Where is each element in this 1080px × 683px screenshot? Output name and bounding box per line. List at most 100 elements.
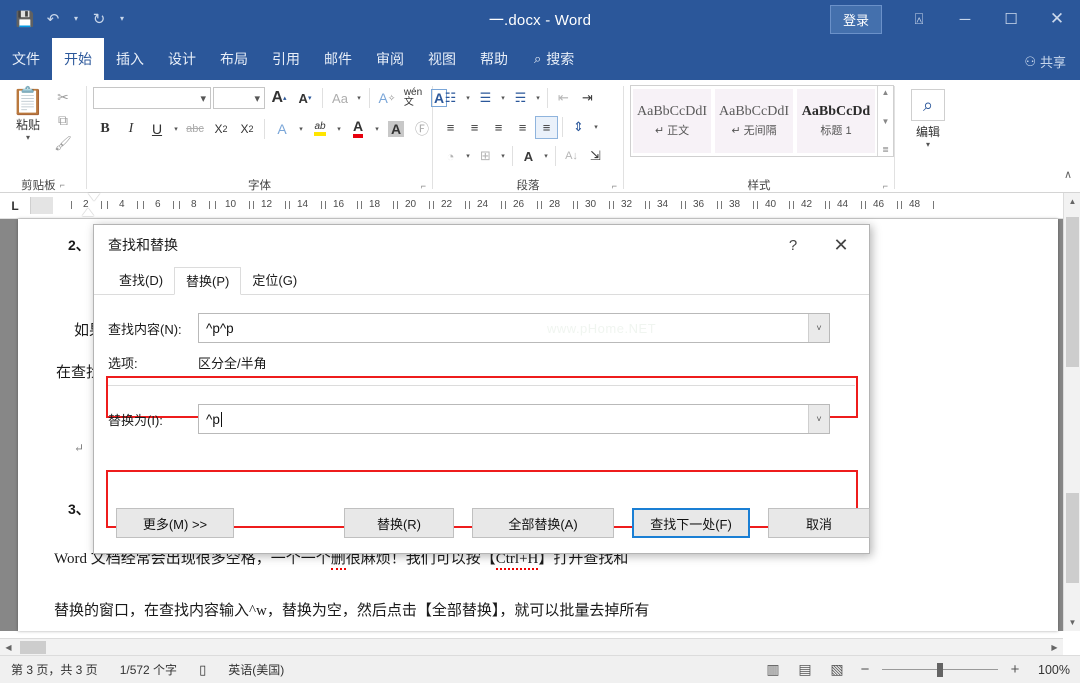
- zoom-level[interactable]: 100%: [1032, 663, 1070, 677]
- styles-scroll-down-icon[interactable]: ▼: [882, 117, 890, 126]
- tab-references[interactable]: 引用: [260, 38, 312, 80]
- close-icon[interactable]: ✕: [1034, 0, 1080, 38]
- font-color-caret-icon[interactable]: ▾: [372, 125, 382, 133]
- tab-insert[interactable]: 插入: [104, 38, 156, 80]
- multilevel-caret-icon[interactable]: ▾: [533, 94, 543, 102]
- replace-button[interactable]: 替换(R): [344, 508, 454, 538]
- bold-button[interactable]: B: [93, 117, 117, 141]
- format-painter-icon[interactable]: 🖌: [54, 135, 72, 152]
- ribbon-search[interactable]: ⌕ 搜索: [520, 38, 574, 80]
- align-left-button[interactable]: ≡: [439, 116, 462, 139]
- distribute-button[interactable]: ≡: [535, 116, 558, 139]
- tab-mailings[interactable]: 邮件: [312, 38, 364, 80]
- replace-with-dropdown-icon[interactable]: ˅: [808, 405, 829, 433]
- page-indicator[interactable]: 第 3 页，共 3 页: [0, 661, 109, 678]
- replace-with-input[interactable]: ^p ˅: [198, 404, 830, 434]
- character-shading-button[interactable]: A: [384, 117, 408, 141]
- scroll-left-icon[interactable]: ◀: [0, 639, 17, 656]
- editing-button[interactable]: ⌕ 编辑 ▾: [901, 85, 955, 149]
- undo-dropdown-caret[interactable]: ▾: [68, 6, 84, 32]
- strikethrough-button[interactable]: abc: [183, 117, 207, 141]
- horizontal-scroll-thumb[interactable]: [20, 641, 46, 654]
- italic-button[interactable]: I: [119, 117, 143, 141]
- web-layout-icon[interactable]: ▧: [826, 661, 848, 678]
- line-spacing-caret-icon[interactable]: ▾: [591, 123, 601, 131]
- change-case-caret-icon[interactable]: ▾: [354, 94, 364, 102]
- shading-caret-icon[interactable]: ▾: [463, 152, 473, 160]
- find-what-dropdown-icon[interactable]: ˅: [808, 314, 829, 342]
- ribbon-display-options-icon[interactable]: ⍓: [896, 0, 942, 38]
- styles-scroll-up-icon[interactable]: ▲: [882, 88, 890, 97]
- tab-layout[interactable]: 布局: [208, 38, 260, 80]
- style-item-nospacing[interactable]: AaBbCcDdI ↵ 无间隔: [715, 89, 793, 153]
- dialog-tab-goto[interactable]: 定位(G): [241, 266, 308, 294]
- phonetic-guide-button[interactable]: wén文: [401, 86, 425, 110]
- maximize-icon[interactable]: ☐: [988, 0, 1034, 38]
- bullets-caret-icon[interactable]: ▾: [463, 94, 473, 102]
- text-effects-caret-icon[interactable]: ▾: [296, 125, 306, 133]
- scroll-down-icon[interactable]: ▼: [1064, 614, 1080, 631]
- clipboard-dialog-launcher-icon[interactable]: ⌐: [60, 180, 65, 190]
- paste-button[interactable]: 📋 粘贴 ▾: [6, 85, 50, 152]
- hanging-indent-marker[interactable]: [82, 208, 94, 216]
- multilevel-list-button[interactable]: ☴: [509, 87, 532, 110]
- sort-asian-button[interactable]: A: [517, 145, 540, 168]
- print-layout-icon[interactable]: ▤: [794, 661, 816, 678]
- bullets-button[interactable]: ☷: [439, 87, 462, 110]
- tab-help[interactable]: 帮助: [468, 38, 520, 80]
- tab-file[interactable]: 文件: [0, 38, 52, 80]
- find-next-button[interactable]: 查找下一处(F): [632, 508, 750, 538]
- save-icon[interactable]: 💾: [12, 6, 38, 32]
- scroll-up-icon[interactable]: ▲: [1064, 193, 1080, 210]
- zoom-slider[interactable]: [882, 663, 998, 677]
- highlight-color-button[interactable]: ab: [308, 117, 332, 141]
- first-line-indent-marker[interactable]: [88, 193, 100, 201]
- superscript-button[interactable]: X2: [235, 117, 259, 141]
- dialog-close-icon[interactable]: ✕: [821, 225, 861, 265]
- shading-button[interactable]: ◔: [439, 145, 462, 168]
- zoom-out-button[interactable]: −: [858, 661, 872, 678]
- show-formatting-marks-button[interactable]: ⇲: [584, 145, 607, 168]
- clear-formatting-button[interactable]: A✧: [375, 86, 399, 110]
- change-case-button[interactable]: Aa: [328, 86, 352, 110]
- tab-view[interactable]: 视图: [416, 38, 468, 80]
- increase-indent-button[interactable]: ⇥: [576, 87, 599, 110]
- zoom-slider-thumb[interactable]: [937, 663, 943, 677]
- enclose-characters-button[interactable]: Ⓕ: [410, 117, 434, 141]
- font-dialog-launcher-icon[interactable]: ⌐: [421, 181, 426, 191]
- styles-dialog-launcher-icon[interactable]: ⌐: [883, 181, 888, 191]
- scroll-right-icon[interactable]: ▶: [1046, 639, 1063, 656]
- styles-scrollbar[interactable]: ▲ ▼ ≣: [877, 86, 893, 156]
- tab-stop-selector[interactable]: L: [0, 193, 30, 219]
- redo-icon[interactable]: ↻: [86, 6, 112, 32]
- proofing-status[interactable]: ▯: [188, 662, 217, 678]
- more-button[interactable]: 更多(M) >>: [116, 508, 234, 538]
- text-effects-button[interactable]: A: [270, 117, 294, 141]
- numbering-button[interactable]: ☰: [474, 87, 497, 110]
- dialog-tab-replace[interactable]: 替换(P): [174, 267, 241, 295]
- underline-caret-icon[interactable]: ▾: [171, 125, 181, 133]
- vertical-scroll-thumb[interactable]: [1066, 217, 1079, 367]
- customize-qat-icon[interactable]: ▾: [114, 6, 130, 32]
- copy-icon[interactable]: ⧉: [58, 112, 68, 129]
- paragraph-dialog-launcher-icon[interactable]: ⌐: [612, 181, 617, 191]
- editing-caret-icon[interactable]: ▾: [901, 140, 955, 149]
- zoom-in-button[interactable]: +: [1008, 661, 1022, 678]
- paste-caret-icon[interactable]: ▾: [6, 133, 50, 142]
- numbering-caret-icon[interactable]: ▾: [498, 94, 508, 102]
- vertical-scroll-thumb-lower[interactable]: [1066, 493, 1079, 583]
- collapse-ribbon-icon[interactable]: ∧: [1064, 168, 1072, 181]
- sort-asian-caret-icon[interactable]: ▾: [541, 152, 551, 160]
- horizontal-scrollbar[interactable]: ◀ ▶: [0, 638, 1063, 655]
- subscript-button[interactable]: X2: [209, 117, 233, 141]
- highlight-caret-icon[interactable]: ▾: [334, 125, 344, 133]
- ruler[interactable]: L 2 4 6 8 10 12 14 16 18 20 22 24 26 28 …: [0, 193, 1080, 219]
- login-button[interactable]: 登录: [830, 5, 882, 34]
- vertical-scrollbar[interactable]: ▲ ▼: [1063, 193, 1080, 631]
- justify-button[interactable]: ≡: [511, 116, 534, 139]
- borders-button[interactable]: ⊞: [474, 145, 497, 168]
- cancel-button[interactable]: 取消: [768, 508, 870, 538]
- style-item-heading1[interactable]: AaBbCcDd 标题 1: [797, 89, 875, 153]
- underline-button[interactable]: U: [145, 117, 169, 141]
- shrink-font-button[interactable]: A▾: [293, 86, 317, 110]
